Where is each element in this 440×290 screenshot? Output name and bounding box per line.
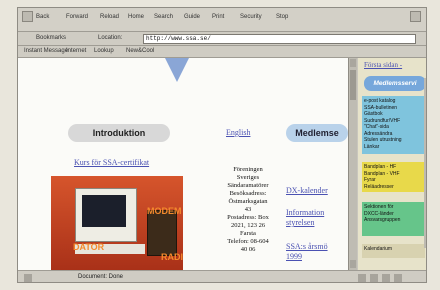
link-internet[interactable]: Internet xyxy=(66,48,86,54)
arsmote-link[interactable]: SSA:s årsmö xyxy=(286,242,328,251)
scroll-up-arrow[interactable] xyxy=(350,59,356,67)
url-input[interactable]: http://www.ssa.se/ xyxy=(143,34,416,44)
photo-label-dator: DATOR xyxy=(73,242,105,252)
monitor-image xyxy=(75,188,137,242)
sidebar-item-repeaters[interactable]: Reläadresser xyxy=(364,184,423,191)
page-content: Introduktion English Medlemse Kurs för S… xyxy=(18,58,354,270)
home-button[interactable]: Home xyxy=(128,14,144,20)
bookmarks-button[interactable]: Bookmarks xyxy=(36,35,66,41)
computer-radio-photo: MODEM DATOR RADIO xyxy=(51,176,183,270)
link-new-cool[interactable]: New&Cool xyxy=(126,48,154,54)
back-icon[interactable] xyxy=(22,11,33,22)
forward-button[interactable]: Forward xyxy=(66,14,88,20)
status-bar: Document: Done xyxy=(18,270,426,282)
first-page-link[interactable]: Första sidan - xyxy=(364,61,402,69)
radio-image xyxy=(147,210,177,256)
personal-toolbar: Instant Message Internet Lookup New&Cool xyxy=(18,46,426,58)
component-icon-4[interactable] xyxy=(394,274,402,282)
component-icon-3[interactable] xyxy=(382,274,390,282)
print-button[interactable]: Print xyxy=(212,14,224,20)
sidebar-item-calendar[interactable]: Kalendarium xyxy=(364,246,423,253)
sidebar-frame: Första sidan - Medlemsservi e-post katal… xyxy=(358,58,426,270)
security-button[interactable]: Security xyxy=(240,14,262,20)
sidebar-green-box: Sektionen för DXCC-länder Ansvarsgruppen xyxy=(362,202,425,236)
search-button[interactable]: Search xyxy=(154,14,173,20)
logo-triangle xyxy=(165,58,189,82)
security-lock-icon[interactable] xyxy=(24,274,32,282)
netscape-logo-icon xyxy=(410,11,421,22)
content-scrollbar[interactable] xyxy=(348,58,357,270)
scroll-down-arrow[interactable] xyxy=(350,260,356,268)
dx-calendar-link[interactable]: DX-kalender xyxy=(286,186,328,195)
address-block: Föreningen Sveriges Sändaramatörer Besök… xyxy=(227,166,269,253)
browser-window: Back Forward Reload Home Search Guide Pr… xyxy=(17,7,427,283)
sidebar-item-links[interactable]: Länkar xyxy=(364,144,423,151)
location-bar: Bookmarks Location: http://www.ssa.se/ xyxy=(18,32,426,46)
component-icon-1[interactable] xyxy=(358,274,366,282)
status-text: Document: Done xyxy=(78,274,124,280)
photo-label-radio: RADIO xyxy=(161,252,183,262)
sidebar-item-group[interactable]: Ansvarsgruppen xyxy=(364,217,423,224)
guide-button[interactable]: Guide xyxy=(184,14,200,20)
link-instant-message[interactable]: Instant Message xyxy=(24,48,68,54)
course-link[interactable]: Kurs för SSA-certifikat xyxy=(74,158,149,167)
stop-button[interactable]: Stop xyxy=(276,14,288,20)
link-lookup[interactable]: Lookup xyxy=(94,48,114,54)
component-icon-2[interactable] xyxy=(370,274,378,282)
reload-button[interactable]: Reload xyxy=(100,14,119,20)
intro-button[interactable]: Introduktion xyxy=(68,124,170,142)
english-link[interactable]: English xyxy=(226,128,250,137)
scroll-thumb[interactable] xyxy=(350,70,356,100)
year-link[interactable]: 1999 xyxy=(286,252,302,261)
sidebar-header: Medlemsservi xyxy=(364,76,426,91)
photo-label-modem: MODEM xyxy=(147,206,182,216)
sidebar-scrollbar[interactable] xyxy=(424,78,426,248)
back-button[interactable]: Back xyxy=(36,14,49,20)
sidebar-yellow-box: Bandplan - HF Bandplan - VHF Fyrar Reläa… xyxy=(362,162,425,192)
styrelsen-link[interactable]: styrelsen xyxy=(286,218,314,227)
location-label: Location: xyxy=(98,35,123,41)
information-link[interactable]: Information xyxy=(286,208,324,217)
medlemsservice-button[interactable]: Medlemse xyxy=(286,124,348,142)
sidebar-blue-box: e-post katalog SSA-bulletinen Gästbok Su… xyxy=(362,96,425,154)
toolbar: Back Forward Reload Home Search Guide Pr… xyxy=(18,8,426,32)
sidebar-bottom-box: Kalendarium xyxy=(362,244,425,258)
